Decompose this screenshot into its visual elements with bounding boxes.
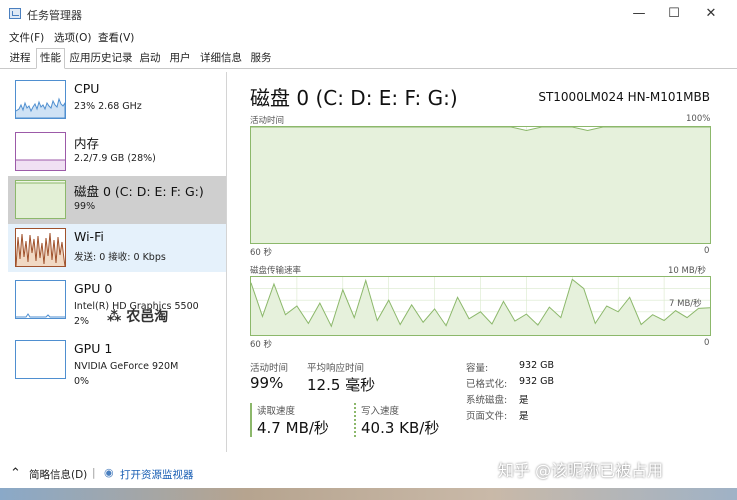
cpu-thumbnail	[15, 80, 66, 119]
disk-thumbnail	[15, 180, 66, 219]
sidebar-item-memory[interactable]: 内存 2.2/7.9 GB (28%)	[8, 128, 226, 176]
watermark-brand: 农邑淘	[126, 309, 169, 325]
tab-app-history[interactable]: 应用历史记录	[68, 49, 134, 67]
capacity-value: 932 GB	[519, 360, 555, 371]
write-indicator	[354, 403, 356, 437]
footer: ⌃ 简略信息(D) | ◉ 打开资源监视器	[0, 458, 737, 488]
sidebar-value: 99%	[74, 201, 96, 212]
tab-startup[interactable]: 启动	[136, 49, 164, 67]
maximize-button[interactable]: ☐	[656, 3, 692, 25]
chart2-min-label: 0	[704, 338, 710, 348]
tab-processes[interactable]: 进程	[6, 49, 34, 67]
avg-response-value: 12.5 毫秒	[307, 376, 376, 394]
sidebar-value: 23% 2.68 GHz	[74, 101, 142, 112]
separator: |	[92, 467, 96, 479]
watermark-logo: ⁂ 农邑淘	[107, 306, 168, 326]
resource-monitor-icon[interactable]: ◉	[104, 466, 114, 479]
sidebar-value: 发送: 0 接收: 0 Kbps	[74, 252, 166, 263]
watermark-logo-icon: ⁂	[107, 309, 122, 325]
sidebar-label: CPU	[74, 81, 100, 96]
write-speed-label: 写入速度	[361, 406, 400, 417]
sidebar-item-disk-0[interactable]: 磁盘 0 (C: D: E: F: G:) 99%	[8, 176, 226, 224]
transfer-rate-chart	[250, 276, 711, 336]
chart1-min-label: 0	[704, 246, 710, 256]
disk-model: ST1000LM024 HN-M101MBB	[538, 90, 710, 104]
close-button[interactable]: ✕	[693, 3, 729, 25]
read-speed-label: 读取速度	[257, 406, 296, 417]
sidebar-value-2: 0%	[74, 376, 90, 387]
chart1-time-label: 60 秒	[250, 248, 273, 258]
sidebar-label: GPU 0	[74, 281, 113, 296]
read-indicator	[250, 403, 252, 437]
menu-view[interactable]: 查看(V)	[98, 30, 134, 45]
sidebar-label: Wi-Fi	[74, 229, 104, 244]
chart1-title: 活动时间	[250, 116, 285, 126]
window-title: 任务管理器	[27, 9, 82, 22]
system-disk-label: 系统磁盘:	[466, 395, 508, 406]
capacity-label: 容量:	[466, 363, 489, 374]
sidebar-item-gpu-1[interactable]: GPU 1 NVIDIA GeForce 920M 0%	[8, 336, 226, 387]
memory-thumbnail	[15, 132, 66, 171]
gpu1-thumbnail	[15, 340, 66, 379]
sidebar-value: 2.2/7.9 GB (28%)	[74, 153, 156, 164]
formatted-value: 932 GB	[519, 376, 555, 387]
performance-sidebar: CPU 23% 2.68 GHz 内存 2.2/7.9 GB (28%) 磁盘 …	[8, 72, 227, 452]
active-time-label: 活动时间	[250, 363, 289, 374]
active-time-svg	[251, 126, 710, 243]
open-resource-monitor-link[interactable]: 打开资源监视器	[120, 467, 194, 482]
page-title: 磁盘 0 (C: D: E: F: G:)	[250, 86, 458, 110]
gpu0-thumbnail	[15, 280, 66, 319]
sidebar-label: 磁盘 0 (C: D: E: F: G:)	[74, 184, 204, 199]
transfer-rate-svg	[250, 277, 711, 335]
chart2-max-label: 10 MB/秒	[668, 266, 707, 276]
menu-bar: 文件(F) 选项(O) 查看(V)	[0, 27, 737, 45]
chevron-up-icon[interactable]: ⌃	[10, 466, 21, 481]
menu-file[interactable]: 文件(F)	[9, 30, 44, 45]
active-time-value: 99%	[250, 374, 284, 392]
system-disk-value: 是	[519, 395, 529, 406]
read-speed-value: 4.7 MB/秒	[257, 419, 329, 437]
sidebar-item-cpu[interactable]: CPU 23% 2.68 GHz	[8, 76, 226, 124]
chart2-mid-label: 7 MB/秒	[669, 299, 702, 309]
active-time-chart	[250, 126, 711, 244]
tab-performance[interactable]: 性能	[36, 48, 65, 69]
desktop-background	[0, 488, 737, 500]
active-time-series-area	[251, 127, 710, 243]
title-bar: 任务管理器 — ☐ ✕	[0, 0, 737, 27]
sidebar-value-2: 2%	[74, 316, 90, 327]
chart1-max-label: 100%	[686, 114, 711, 124]
chart2-title: 磁盘传输速率	[250, 266, 302, 276]
write-speed-value: 40.3 KB/秒	[361, 419, 440, 437]
sidebar-item-wifi[interactable]: Wi-Fi 发送: 0 接收: 0 Kbps	[8, 224, 226, 272]
sidebar-label: 内存	[74, 136, 100, 151]
formatted-label: 已格式化:	[466, 379, 508, 390]
menu-options[interactable]: 选项(O)	[54, 30, 91, 45]
page-file-value: 是	[519, 411, 529, 422]
tab-users[interactable]: 用户	[166, 49, 194, 67]
tab-details[interactable]: 详细信息	[197, 49, 245, 67]
wifi-thumbnail	[15, 228, 66, 267]
avg-response-label: 平均响应时间	[307, 363, 365, 374]
sidebar-label: GPU 1	[74, 341, 113, 356]
tab-bar: 进程 性能 应用历史记录 启动 用户 详细信息 服务	[0, 47, 737, 69]
minimize-button[interactable]: —	[621, 3, 657, 25]
task-manager-icon	[9, 8, 21, 19]
sidebar-value: NVIDIA GeForce 920M	[74, 361, 179, 372]
page-file-label: 页面文件:	[466, 411, 508, 422]
summary-toggle[interactable]: 简略信息(D)	[29, 467, 87, 482]
tab-services[interactable]: 服务	[247, 49, 275, 67]
chart2-time-label: 60 秒	[250, 340, 273, 350]
